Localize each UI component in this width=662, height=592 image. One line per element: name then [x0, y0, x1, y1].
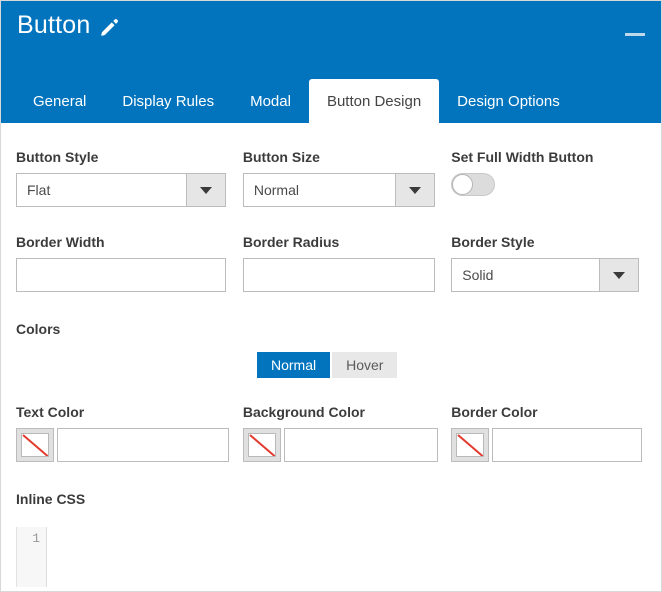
tab-display-rules[interactable]: Display Rules: [104, 79, 232, 124]
border-style-dropdown-arrow[interactable]: [599, 259, 639, 291]
editor-gutter: 1: [17, 527, 47, 587]
text-color-input[interactable]: [57, 428, 229, 462]
colors-section: Colors: [1, 292, 661, 336]
full-width-label: Set Full Width Button: [451, 149, 594, 165]
field-border-color: Border Color: [451, 405, 646, 462]
color-state-tabs-row: Normal Hover: [1, 336, 661, 378]
button-style-select[interactable]: Flat: [16, 173, 226, 207]
state-tab-normal[interactable]: Normal: [257, 352, 331, 378]
field-background-color: Background Color: [242, 404, 451, 462]
background-color-swatch[interactable]: [242, 428, 281, 462]
toggle-knob: [452, 174, 474, 195]
inline-css-code-area[interactable]: [47, 527, 661, 587]
full-width-toggle[interactable]: [451, 173, 496, 196]
field-button-size: Button Size Normal: [242, 149, 451, 207]
form-row-2: Border Width Border Radius Border Style …: [1, 207, 661, 292]
field-border-style: Border Style Solid: [451, 235, 646, 292]
button-style-value: Flat: [27, 182, 51, 198]
chevron-down-icon: [408, 186, 421, 194]
state-tab-hover[interactable]: Hover: [332, 352, 398, 378]
pencil-icon[interactable]: [99, 17, 120, 38]
panel-title-group: Button: [17, 13, 120, 38]
tab-bar: General Display Rules Modal Button Desig…: [1, 63, 661, 124]
text-color-swatch[interactable]: [16, 428, 54, 462]
minimize-icon[interactable]: [625, 27, 645, 41]
border-width-label: Border Width: [16, 234, 105, 250]
line-number: 1: [32, 531, 40, 546]
colors-section-label: Colors: [16, 321, 61, 337]
inline-css-section: Inline CSS: [1, 462, 661, 515]
button-style-label: Button Style: [16, 149, 99, 165]
border-width-input[interactable]: [16, 258, 226, 292]
field-button-style: Button Style Flat: [16, 150, 243, 207]
button-size-dropdown-arrow[interactable]: [394, 174, 434, 206]
field-full-width: Set Full Width Button: [451, 150, 646, 207]
background-color-input[interactable]: [283, 428, 438, 462]
border-color-label: Border Color: [451, 404, 538, 420]
button-size-select[interactable]: Normal: [242, 173, 435, 207]
panel-content: Button Style Flat Button Size Normal Set…: [1, 123, 661, 591]
border-radius-input[interactable]: [242, 258, 435, 292]
background-color-picker: [242, 428, 451, 462]
inline-css-editor[interactable]: 1: [16, 527, 661, 587]
button-size-label: Button Size: [242, 149, 320, 165]
border-color-swatch[interactable]: [451, 428, 490, 462]
field-border-width: Border Width: [16, 235, 243, 292]
text-color-picker: [16, 428, 243, 462]
tab-design-options[interactable]: Design Options: [439, 79, 578, 124]
form-row-3: Text Color Background Color Border Color: [1, 378, 661, 462]
field-text-color: Text Color: [16, 405, 243, 462]
border-color-input[interactable]: [492, 428, 643, 462]
button-size-value: Normal: [253, 182, 299, 198]
no-color-icon: [456, 433, 485, 457]
no-color-icon: [21, 433, 49, 457]
inline-css-label: Inline CSS: [16, 491, 86, 507]
border-style-label: Border Style: [451, 234, 535, 250]
chevron-down-icon: [613, 271, 626, 279]
panel-titlebar: Button: [1, 1, 661, 63]
chevron-down-icon: [200, 186, 212, 194]
background-color-label: Background Color: [242, 404, 365, 420]
border-radius-label: Border Radius: [242, 234, 340, 250]
tab-general[interactable]: General: [15, 79, 104, 124]
border-color-picker: [451, 428, 646, 462]
button-style-dropdown-arrow[interactable]: [186, 174, 225, 206]
tab-modal[interactable]: Modal: [232, 79, 309, 124]
minimize-bar: [625, 33, 645, 36]
page-title: Button: [17, 11, 91, 39]
tab-button-design[interactable]: Button Design: [308, 79, 440, 124]
color-state-tabs: Normal Hover: [257, 352, 398, 378]
border-style-value: Solid: [462, 267, 494, 283]
button-design-panel: Button General Display Rules Modal Butto…: [0, 0, 662, 592]
text-color-label: Text Color: [16, 404, 85, 420]
form-row-1: Button Style Flat Button Size Normal Set…: [1, 123, 661, 207]
no-color-icon: [247, 433, 276, 457]
border-style-select[interactable]: Solid: [451, 258, 640, 292]
field-border-radius: Border Radius: [242, 234, 451, 292]
